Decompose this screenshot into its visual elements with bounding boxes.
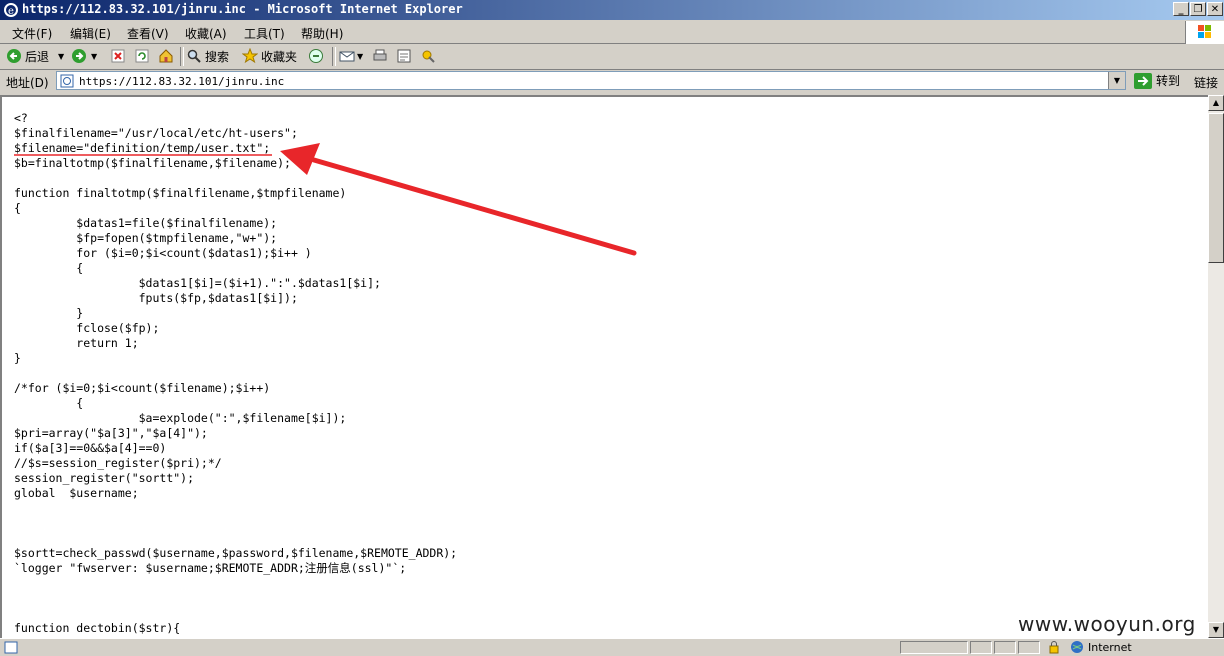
mail-button[interactable]: ▼ (339, 47, 363, 65)
status-progress-cell (900, 641, 968, 654)
windows-logo-icon (1185, 21, 1224, 44)
back-dropdown[interactable]: ▼ (58, 47, 64, 65)
search-label: 搜索 (205, 49, 230, 64)
address-input[interactable] (79, 75, 1099, 88)
status-cell-4 (1018, 641, 1040, 654)
go-button[interactable]: 转到 (1134, 72, 1180, 89)
page-icon (60, 74, 74, 88)
back-label: 后退 (25, 49, 50, 64)
menu-help[interactable]: 帮助(H) (301, 25, 343, 42)
links-button[interactable]: 链接 (1194, 74, 1218, 91)
favorites-button[interactable]: 收藏夹 (242, 47, 297, 65)
ie-logo-icon: e (4, 3, 18, 17)
go-label: 转到 (1156, 74, 1181, 88)
favorites-label: 收藏夹 (261, 49, 298, 64)
status-cell-2 (970, 641, 992, 654)
star-icon (242, 48, 258, 64)
print-button[interactable] (372, 47, 388, 65)
window-title: https://112.83.32.101/jinru.inc - Micros… (22, 2, 463, 16)
edit-button[interactable] (396, 47, 412, 65)
search-button[interactable]: 搜索 (186, 47, 229, 65)
go-arrow-icon (1134, 72, 1152, 89)
page-content: <? $finalfilename="/usr/local/etc/ht-user… (0, 95, 1208, 638)
menu-file[interactable]: 文件(F) (12, 25, 52, 42)
forward-arrow-icon (72, 49, 86, 63)
address-label: 地址(D) (6, 76, 49, 90)
back-button[interactable]: 后退 (6, 47, 49, 65)
status-bar: Internet (0, 638, 1224, 656)
scroll-up-button[interactable]: ▲ (1208, 95, 1224, 111)
mail-icon (339, 51, 355, 62)
address-dropdown[interactable]: ▼ (1108, 72, 1125, 89)
stop-icon (111, 49, 125, 63)
lock-icon (1049, 641, 1059, 654)
scroll-thumb[interactable] (1208, 113, 1224, 263)
media-icon (309, 49, 323, 63)
back-arrow-icon (7, 49, 21, 63)
home-button[interactable] (158, 47, 174, 65)
messenger-icon (422, 50, 435, 63)
internet-zone-icon (1071, 641, 1083, 653)
refresh-icon (135, 49, 149, 63)
edit-page-icon (397, 49, 411, 63)
annotation-overlay (14, 143, 637, 256)
print-icon (373, 49, 387, 61)
home-icon (159, 49, 173, 63)
menu-edit[interactable]: 编辑(E) (70, 25, 111, 42)
page-status-icon (4, 641, 18, 654)
close-button[interactable]: ✕ (1207, 2, 1223, 16)
svg-text:e: e (8, 6, 14, 17)
search-icon (187, 49, 201, 63)
messenger-button[interactable] (420, 47, 436, 65)
media-button[interactable] (308, 47, 324, 65)
zone-label: Internet (1088, 641, 1132, 654)
vertical-scrollbar[interactable]: ▲ ▼ (1208, 95, 1224, 638)
menu-favorites[interactable]: 收藏(A) (185, 25, 227, 42)
scroll-down-button[interactable]: ▼ (1208, 622, 1224, 638)
restore-button[interactable]: ❐ (1190, 2, 1206, 16)
minimize-button[interactable]: _ (1173, 2, 1189, 16)
watermark: www.wooyun.org (1018, 612, 1196, 636)
address-field[interactable]: ▼ (56, 71, 1126, 90)
menu-view[interactable]: 查看(V) (127, 25, 169, 42)
menu-tools[interactable]: 工具(T) (244, 25, 285, 42)
title-bar: e https://112.83.32.101/jinru.inc - Micr… (0, 0, 1224, 20)
address-bar: 地址(D) ▼ 转到 链接 (0, 69, 1224, 94)
menu-bar: 文件(F) 编辑(E) 查看(V) 收藏(A) 工具(T) 帮助(H) (0, 21, 1224, 44)
stop-button[interactable] (110, 47, 126, 65)
toolbar: 后退 ▼ ▼ 搜索 收藏夹 ▼ (0, 44, 1224, 70)
status-cell-3 (994, 641, 1016, 654)
annotation-arrow-shaft (311, 157, 637, 256)
refresh-button[interactable] (134, 47, 150, 65)
forward-button[interactable]: ▼ (71, 47, 97, 65)
